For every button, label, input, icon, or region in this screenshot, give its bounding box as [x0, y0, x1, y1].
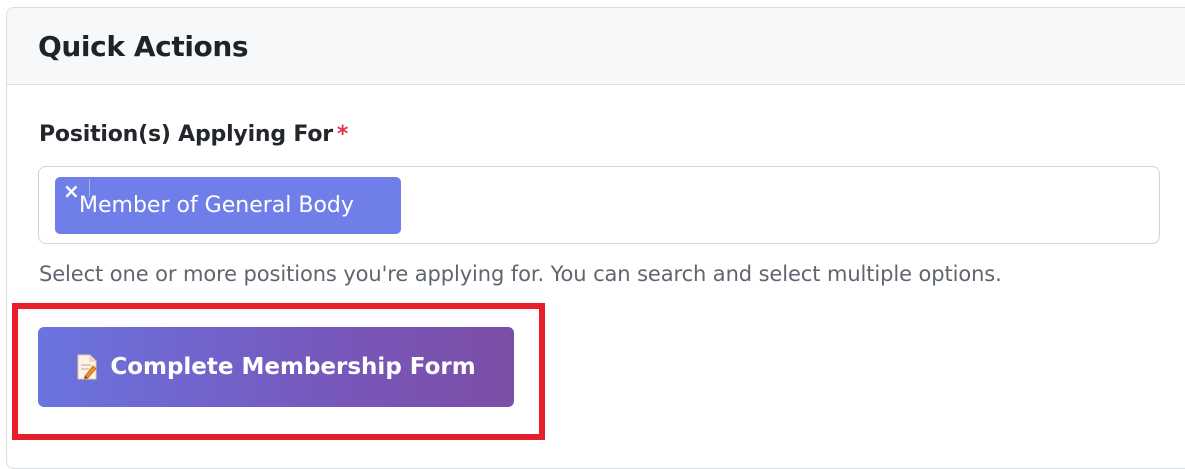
complete-membership-form-button[interactable]: Complete Membership Form	[38, 327, 514, 407]
selected-position-label: Member of General Body	[79, 193, 354, 218]
selected-position-chip: × Member of General Body	[55, 177, 401, 234]
position-field-label: Position(s) Applying For *	[39, 122, 348, 147]
card-title: Quick Actions	[38, 29, 249, 63]
position-multiselect[interactable]: × Member of General Body	[38, 166, 1160, 244]
required-indicator: *	[336, 122, 349, 147]
chip-remove-icon[interactable]: ×	[63, 180, 80, 202]
position-help-text: Select one or more positions you're appl…	[39, 262, 1002, 286]
memo-document-icon	[76, 354, 98, 380]
card-header: Quick Actions	[7, 8, 1185, 85]
position-field-label-text: Position(s) Applying For	[39, 122, 333, 147]
complete-membership-form-label: Complete Membership Form	[110, 354, 476, 380]
